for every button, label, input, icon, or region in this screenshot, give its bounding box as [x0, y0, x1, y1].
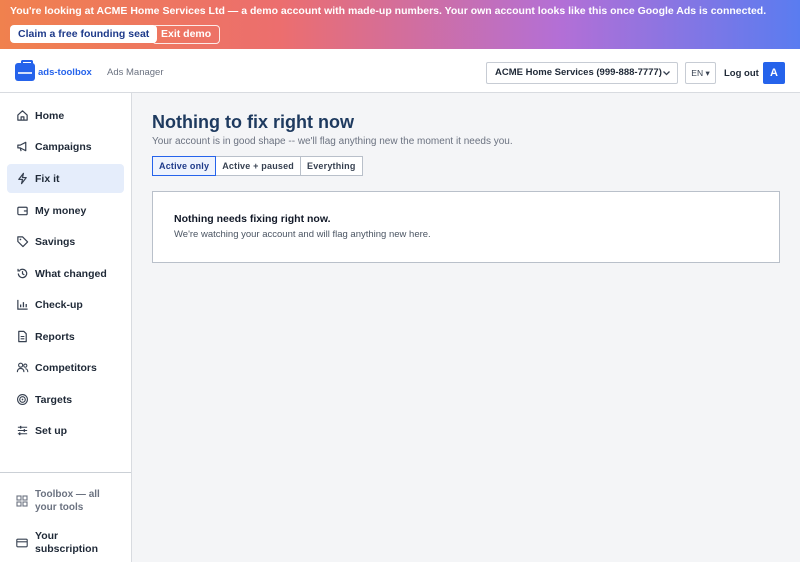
toolbox-label: Toolbox — all your tools [35, 488, 100, 514]
megaphone-icon [15, 140, 29, 154]
sliders-icon [15, 424, 29, 438]
empty-state-text: We're watching your account and will fla… [174, 229, 431, 240]
sidebar-item-savings[interactable]: Savings [7, 227, 124, 256]
document-icon [15, 330, 29, 344]
sidebar-item-label: My money [35, 204, 87, 217]
filter-active-only[interactable]: Active only [152, 156, 217, 176]
toolbox-label-line1: Toolbox — all [35, 489, 100, 500]
target-icon [15, 393, 29, 407]
account-select-value: ACME Home Services (999-888-7777) [495, 67, 662, 78]
sidebar-item-label: Home [35, 109, 65, 122]
home-icon [15, 109, 29, 123]
logout-button[interactable]: Log out [724, 68, 759, 79]
sidebar-item-label: Competitors [35, 361, 97, 374]
page-title: Nothing to fix right now [152, 112, 354, 132]
sidebar-item-label: Set up [35, 424, 68, 437]
sidebar-item-reports[interactable]: Reports [7, 322, 124, 351]
sidebar-item-home[interactable]: Home [7, 101, 124, 130]
sidebar-item-check-up[interactable]: Check-up [7, 290, 124, 319]
sidebar-toolbox-link[interactable]: Toolbox — all your tools [7, 488, 124, 514]
users-icon [15, 361, 29, 375]
sidebar-item-label: Fix it [35, 172, 60, 185]
sidebar-item-my-money[interactable]: My money [7, 196, 124, 225]
subscription-label-line2: subscription [35, 543, 99, 555]
sidebar-item-label: Targets [35, 393, 73, 406]
sidebar-item-label: Savings [35, 235, 76, 248]
sidebar-item-label: Reports [35, 330, 75, 343]
chevron-down-icon [662, 63, 671, 90]
sidebar-item-set-up[interactable]: Set up [7, 416, 124, 445]
empty-state-title: Nothing needs fixing right now. [174, 213, 331, 225]
account-select[interactable]: ACME Home Services (999-888-7777) [486, 62, 678, 84]
subscription-label: Your subscription [35, 530, 98, 556]
demo-banner-text: You're looking at ACME Home Services Ltd… [10, 5, 766, 17]
sidebar-item-label: Check-up [35, 298, 83, 311]
wallet-icon [15, 204, 29, 218]
avatar[interactable]: A [763, 62, 785, 84]
banner-company: ACME Home Services Ltd [96, 5, 225, 17]
sidebar-item-targets[interactable]: Targets [7, 385, 124, 414]
logo-text[interactable]: ads-toolbox [38, 67, 92, 78]
grid-icon [15, 494, 29, 508]
banner-prefix: You're looking at [10, 5, 97, 17]
banner-suffix: — a demo account with made-up numbers. Y… [224, 5, 767, 17]
toolbox-label-line2: your tools [35, 502, 84, 513]
page-subtitle: Your account is in good shape -- we'll f… [152, 136, 513, 147]
sidebar-divider [0, 472, 131, 473]
subscription-label-line1: Your [35, 530, 59, 542]
demo-banner: You're looking at ACME Home Services Ltd… [0, 0, 800, 49]
filter-active-paused[interactable]: Active + paused [215, 156, 301, 176]
top-header: ads-toolbox Ads Manager ACME Home Servic… [0, 49, 800, 93]
sidebar-item-label: What changed [35, 267, 107, 280]
language-select[interactable]: EN ▾ [685, 62, 716, 84]
history-icon [15, 267, 29, 281]
claim-seat-button[interactable]: Claim a free founding seat [10, 25, 158, 43]
lightning-icon [15, 172, 29, 186]
exit-demo-button[interactable]: Exit demo [152, 25, 221, 44]
sidebar-subscription-link[interactable]: Your subscription [7, 530, 124, 556]
filter-everything[interactable]: Everything [300, 156, 363, 176]
empty-state-card: Nothing needs fixing right now. We're wa… [152, 191, 780, 263]
app-name: Ads Manager [107, 67, 164, 78]
status-filter-group: Active only Active + paused Everything [152, 156, 363, 176]
bar-chart-icon [15, 298, 29, 312]
sidebar: Home Campaigns Fix it My money Savings W… [0, 93, 132, 562]
sidebar-item-competitors[interactable]: Competitors [7, 353, 124, 382]
sidebar-item-fix-it[interactable]: Fix it [7, 164, 124, 193]
sidebar-item-label: Campaigns [35, 140, 92, 153]
sidebar-item-campaigns[interactable]: Campaigns [7, 132, 124, 161]
credit-card-icon [15, 536, 29, 550]
tag-icon [15, 235, 29, 249]
sidebar-item-what-changed[interactable]: What changed [7, 259, 124, 288]
toolbox-logo-icon[interactable] [15, 60, 35, 81]
